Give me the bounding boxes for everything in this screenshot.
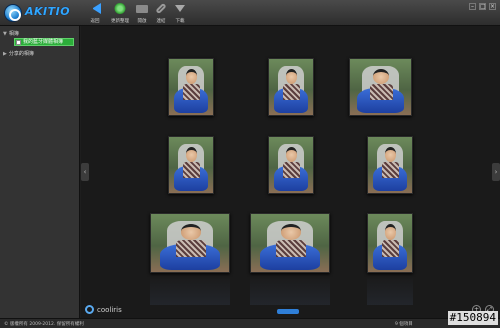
next-arrow-icon[interactable]: › — [492, 163, 500, 181]
download-button[interactable]: 下載 — [172, 2, 188, 24]
minimize-icon[interactable]: – — [469, 3, 476, 10]
refresh-icon — [114, 3, 126, 14]
cooliris-logo-icon — [85, 305, 94, 314]
album-file-icon — [16, 40, 21, 45]
photo-thumbnail[interactable] — [349, 58, 412, 116]
photo-thumbnail[interactable] — [367, 136, 413, 194]
open-button[interactable]: 開啟 — [134, 2, 150, 24]
logo-text: AKITIO — [25, 5, 71, 18]
close-icon[interactable]: × — [489, 3, 496, 10]
photo-thumbnail[interactable] — [150, 213, 230, 273]
expand-triangle-icon: ▼ — [3, 31, 7, 37]
copyright-text: © 版權所有 2009-2012. 保留所有權利 — [4, 322, 84, 327]
photo-thumbnail[interactable] — [168, 136, 214, 194]
photo-thumbnail[interactable] — [250, 213, 330, 273]
cooliris-label: cooliris — [97, 305, 122, 314]
photo-wall: ‹ › cooliris + ⤢ — [81, 26, 500, 318]
refresh-button[interactable]: 更新整理 — [109, 2, 131, 24]
prev-arrow-icon[interactable]: ‹ — [81, 163, 89, 181]
logo-mark-icon — [4, 4, 22, 22]
zoom-slider[interactable] — [277, 309, 299, 314]
link-button[interactable]: 連結 — [153, 2, 169, 24]
collapse-triangle-icon: ▶ — [3, 51, 7, 57]
watermark-id: #150894 — [447, 311, 498, 325]
window-controls: – □ × — [469, 3, 496, 10]
tree-node-shared-label: 分享的相簿 — [8, 51, 34, 57]
link-icon — [155, 2, 167, 15]
tree-node-photos[interactable]: ▼ 相簿 — [3, 30, 19, 37]
photo-thumbnail[interactable] — [268, 58, 314, 116]
status-bar: © 版權所有 2009-2012. 保留所有權利 9 個項目 — [0, 318, 500, 328]
top-toolbar: AKITIO 返回 更新整理 開啟 連結 下載 – □ × — [0, 0, 500, 26]
thumbnail-reflection — [150, 275, 230, 305]
photo-thumbnail[interactable] — [168, 58, 214, 116]
download-label: 下載 — [175, 19, 185, 24]
toolbar-buttons: 返回 更新整理 開啟 連結 下載 — [84, 2, 191, 24]
item-count: 9 個項目 — [395, 322, 413, 327]
cooliris-brand: cooliris — [85, 305, 122, 314]
download-icon — [175, 5, 185, 12]
maximize-icon[interactable]: □ — [479, 3, 486, 10]
back-button[interactable]: 返回 — [84, 2, 106, 24]
photo-thumbnail[interactable] — [268, 136, 314, 194]
tree-item-selected-album[interactable]: 我的藍牙媒體相簿 — [14, 38, 74, 46]
back-arrow-icon — [89, 3, 101, 14]
photo-thumbnail[interactable] — [367, 213, 413, 273]
sidebar: ▼ 相簿 我的藍牙媒體相簿 ▶ 分享的相簿 — [0, 26, 80, 318]
selected-album-label: 我的藍牙媒體相簿 — [23, 39, 64, 45]
folder-icon — [136, 5, 148, 13]
app-logo: AKITIO — [4, 4, 74, 22]
tree-node-photos-label: 相簿 — [8, 31, 19, 37]
thumbnail-reflection — [250, 275, 330, 305]
app-window: AKITIO 返回 更新整理 開啟 連結 下載 – □ × ▼ 相簿 我的藍牙媒… — [0, 0, 500, 328]
thumbnail-reflection — [367, 275, 413, 305]
tree-node-shared[interactable]: ▶ 分享的相簿 — [3, 50, 34, 57]
